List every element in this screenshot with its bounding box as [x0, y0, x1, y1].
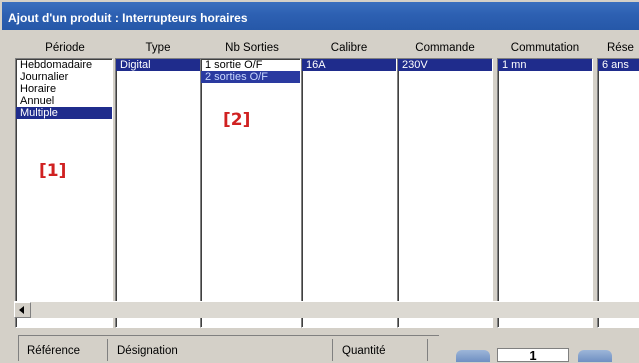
list-item[interactable]: Hebdomadaire [16, 59, 112, 71]
column-header-nb-sorties: Nb Sorties [225, 42, 279, 54]
list-nb-sorties[interactable]: 1 sortie O/F 2 sorties O/F [200, 58, 301, 328]
list-item[interactable]: Journalier [16, 71, 112, 83]
list-reserve[interactable]: 6 ans [597, 58, 639, 328]
list-item-selected[interactable]: 2 sorties O/F [201, 71, 300, 83]
increment-button[interactable] [578, 350, 612, 362]
list-item[interactable]: Horaire [16, 83, 112, 95]
list-commutation[interactable]: 1 mn [497, 58, 593, 328]
column-header-reserve: Rése [607, 42, 634, 54]
list-item-selected[interactable]: 1 mn [498, 59, 592, 71]
list-item-selected[interactable]: 230V [398, 59, 492, 71]
table-header-divider [107, 339, 108, 361]
table-header-quantite[interactable]: Quantité [342, 345, 385, 357]
column-header-calibre: Calibre [330, 42, 368, 54]
annotation-marker-2: [2] [223, 110, 251, 130]
window-title: Ajout d'un produit : Interrupteurs horai… [8, 11, 248, 25]
column-header-type: Type [145, 42, 171, 54]
list-type[interactable]: Digital [115, 58, 201, 328]
column-header-periode: Période [45, 42, 85, 54]
table-header-divider [332, 339, 333, 361]
arrow-left-icon [19, 306, 24, 314]
list-calibre[interactable]: 16A [301, 58, 397, 328]
product-table: Référence Désignation Quantité [18, 335, 439, 361]
list-commande[interactable]: 230V [397, 58, 493, 328]
scroll-left-button[interactable] [14, 302, 31, 318]
annotation-marker-1: [1] [39, 161, 67, 181]
list-item-selected[interactable]: Multiple [16, 107, 112, 119]
table-header-reference[interactable]: Référence [27, 345, 80, 357]
selection-panel: Période Hebdomadaire Journalier Horaire … [11, 32, 639, 328]
list-item[interactable]: Annuel [16, 95, 112, 107]
table-header-designation[interactable]: Désignation [117, 345, 178, 357]
decrement-button[interactable] [456, 350, 490, 362]
table-header-divider [427, 339, 428, 361]
list-periode[interactable]: Hebdomadaire Journalier Horaire Annuel M… [15, 58, 113, 328]
list-item-selected[interactable]: 6 ans [598, 59, 639, 71]
list-item-selected[interactable]: Digital [116, 59, 200, 71]
list-item[interactable]: 1 sortie O/F [201, 59, 300, 71]
column-header-commutation: Commutation [510, 42, 580, 54]
list-item-selected[interactable]: 16A [302, 59, 396, 71]
horizontal-scrollbar[interactable] [14, 301, 639, 318]
column-header-commande: Commande [415, 42, 475, 54]
window-title-bar: Ajout d'un produit : Interrupteurs horai… [2, 2, 639, 30]
